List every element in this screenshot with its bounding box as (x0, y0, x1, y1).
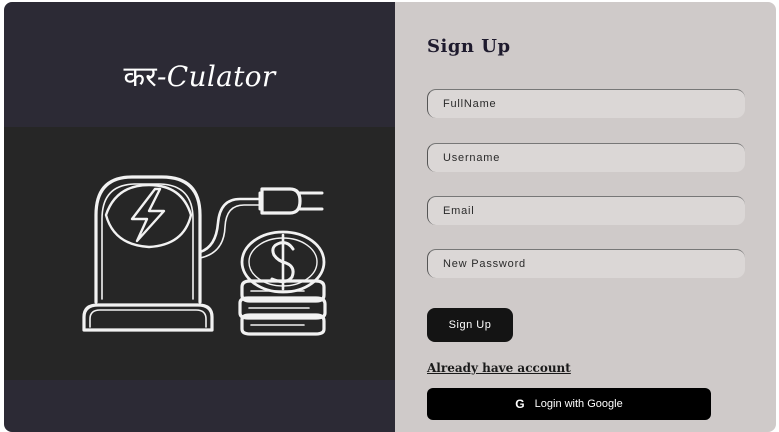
signup-form-panel: Sign Up Sign Up Already have account G L… (395, 2, 776, 432)
email-field[interactable] (427, 196, 745, 225)
logo-latin: -Culator (157, 60, 276, 93)
signup-page: कर-Culator Sign Up FullName Username Ema… (0, 0, 779, 432)
new-password-field[interactable] (427, 249, 745, 278)
logo-devanagari: कर (123, 60, 158, 93)
ev-charger-illustration (4, 127, 395, 380)
form-title: Sign Up (427, 36, 511, 57)
username-field[interactable] (427, 143, 745, 172)
login-with-google-button[interactable]: G Login with Google (427, 388, 711, 420)
app-logo: कर-Culator (4, 57, 395, 95)
brand-panel: कर-Culator (4, 2, 395, 432)
ev-charger-with-coins-icon (82, 175, 327, 336)
google-button-label: Login with Google (534, 398, 623, 410)
fullname-field[interactable] (427, 89, 745, 118)
already-have-account-link[interactable]: Already have account (427, 361, 571, 375)
google-icon: G (515, 397, 525, 411)
signup-button[interactable]: Sign Up (427, 308, 513, 342)
